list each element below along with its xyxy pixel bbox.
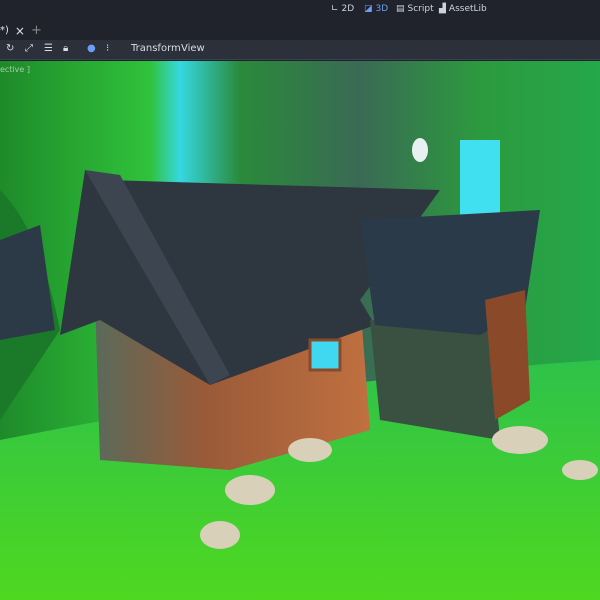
- workspace-2d-button[interactable]: ∟ 2D: [331, 4, 354, 14]
- workspace-bar: ∟ 2D ◪ 3D ▤ Script ▟ AssetLib: [0, 0, 600, 21]
- workspace-3d-button[interactable]: ◪ 3D: [364, 4, 388, 14]
- 3d-viewport[interactable]: ective ]: [0, 61, 600, 600]
- viewport-perspective-label[interactable]: ective ]: [0, 65, 30, 74]
- snap-icon[interactable]: ⁝: [106, 43, 109, 54]
- workspace-script-button[interactable]: ▤ Script: [396, 4, 434, 14]
- local-space-icon[interactable]: ●: [87, 43, 96, 54]
- scene-tabs: *) × +: [0, 21, 600, 40]
- transform-menu[interactable]: Transform: [131, 43, 181, 54]
- list-select-icon[interactable]: ☰: [44, 43, 53, 54]
- lock-icon[interactable]: 🔒︎: [63, 43, 68, 54]
- 2d-icon: ∟: [331, 4, 339, 14]
- 3d-icon: ◪: [364, 4, 373, 14]
- add-tab-button[interactable]: +: [31, 23, 42, 38]
- script-icon: ▤: [396, 4, 405, 14]
- assetlib-icon: ▟: [439, 4, 446, 14]
- close-tab-icon[interactable]: ×: [15, 24, 25, 38]
- scene-render: [0, 61, 600, 600]
- rotate-mode-icon[interactable]: ↻: [6, 43, 14, 54]
- view-menu[interactable]: View: [181, 43, 205, 54]
- scale-mode-icon[interactable]: ⤢: [25, 43, 33, 54]
- workspace-assetlib-button[interactable]: ▟ AssetLib: [439, 4, 487, 14]
- scene-tab[interactable]: *) × +: [0, 21, 42, 40]
- viewport-toolbar: ↻ ⤢ ☰ 🔒︎ ● ⁝ Transform View: [0, 40, 600, 60]
